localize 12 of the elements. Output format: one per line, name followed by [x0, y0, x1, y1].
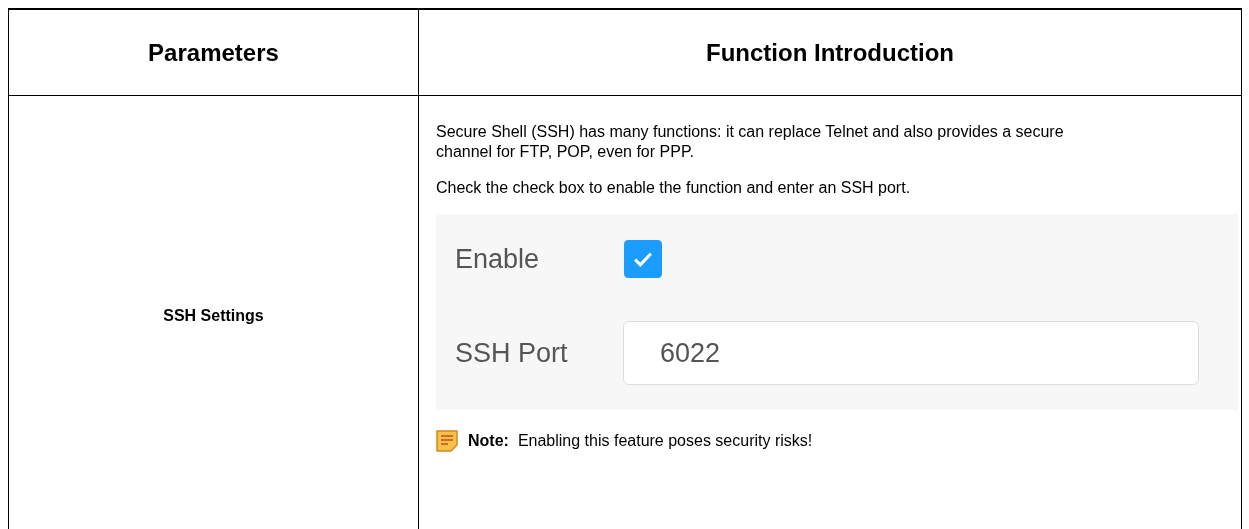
port-input-field[interactable]: 6022: [623, 321, 1199, 385]
field-label: SSH Port: [455, 337, 569, 369]
enable-checkbox[interactable]: [624, 240, 662, 278]
note-icon: [436, 430, 458, 452]
note-label: Note:: [468, 432, 509, 450]
column-header: Function Introduction: [706, 38, 954, 67]
column-header: Parameters: [148, 38, 279, 67]
description-text: Check the check box to enable the function and enter an SSH port.: [436, 178, 912, 198]
description-text: Secure Shell (SSH) has many functions: it can replace Telnet and also provides a secure channel for FTP, POP, even for PPP.: [436, 122, 1065, 162]
parameter-name: SSH Settings: [163, 307, 264, 325]
note-text: Enabling this feature poses security risks!: [517, 432, 813, 450]
field-label: Enable: [455, 243, 541, 275]
